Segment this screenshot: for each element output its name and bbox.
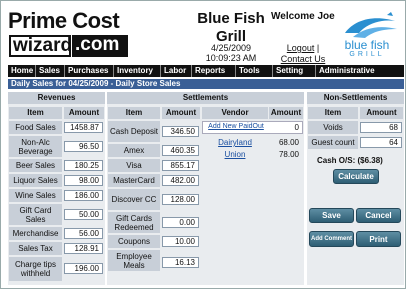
settlement-label-cash: Cash Deposit — [108, 121, 160, 142]
revenue-label-merchandise: Merchandise — [9, 227, 62, 240]
nav-inventory[interactable]: Inventory — [114, 65, 161, 77]
settlement-input-discover[interactable]: 128.00 — [162, 194, 199, 205]
settlements-title: Settlements — [107, 92, 304, 104]
settlement-input-coupons[interactable]: 10.00 — [162, 236, 199, 247]
logo-wizard-text: wizard — [9, 35, 72, 57]
settlement-label-giftcards: Gift Cards Redeemed — [108, 212, 160, 233]
main-nav: Home Sales Purchases Inventory Labor Rep… — [8, 65, 404, 77]
nonsettlements-item-header: Item — [308, 107, 358, 119]
settlements-amount-header: Amount — [162, 107, 200, 119]
nav-reports[interactable]: Reports — [192, 65, 236, 77]
settlement-input-employeemeals[interactable]: 16.13 — [162, 257, 199, 268]
nav-administrative[interactable]: Administrative — [316, 65, 404, 77]
store-name: Blue Fish Grill — [197, 10, 265, 45]
link-separator: | — [316, 43, 320, 53]
page-subtitle: Daily Sales for 04/25/2009 - Daily Store… — [8, 79, 404, 89]
revenue-input-giftcard[interactable]: 50.00 — [64, 209, 103, 220]
cash-over-short: Cash O/S: ($6.38) — [317, 156, 383, 165]
nav-labor[interactable]: Labor — [161, 65, 192, 77]
vendor-amount-union: 78.00 — [278, 150, 299, 159]
nav-purchases[interactable]: Purchases — [65, 65, 114, 77]
settlement-label-amex: Amex — [108, 144, 160, 157]
current-time: 10:09:23 AM — [205, 53, 257, 63]
revenue-label-giftcard: Gift Card Sales — [9, 204, 62, 225]
revenue-label-wine: Wine Sales — [9, 189, 62, 202]
vendor-link-dairyland[interactable]: Dairyland — [202, 138, 268, 147]
settlements-item-header: Item — [108, 107, 160, 119]
add-comment-button[interactable]: Add Comment — [309, 231, 354, 247]
logo-primecost-text: Prime Cost — [8, 8, 120, 33]
revenue-input-chargetips[interactable]: 196.00 — [64, 263, 103, 274]
current-date: 4/25/2009 — [210, 43, 252, 53]
revenues-amount-header: Amount — [64, 107, 104, 119]
revenue-input-liquor[interactable]: 98.00 — [64, 175, 103, 186]
nonsettlements-title: Non-Settlements — [307, 92, 404, 104]
app-window: Prime Cost wizard .com Blue Fish Grill 4… — [0, 0, 406, 289]
settlement-input-mastercard[interactable]: 482.00 — [162, 175, 199, 186]
settlement-label-coupons: Coupons — [108, 235, 160, 248]
settlement-label-employeemeals: Employee Meals — [108, 250, 160, 271]
fish-wave-icon — [345, 12, 397, 38]
revenues-title: Revenues — [8, 92, 105, 104]
revenue-input-beer[interactable]: 180.25 — [64, 160, 103, 171]
nonsettlement-label-voids: Voids — [308, 121, 358, 134]
cancel-button[interactable]: Cancel — [356, 208, 401, 223]
header-links: Logout | Contact Us — [277, 43, 329, 65]
settlement-label-discover: Discover CC — [108, 189, 160, 210]
settlement-input-giftcards[interactable]: 0.00 — [162, 217, 199, 228]
revenue-label-food: Food Sales — [9, 121, 62, 134]
print-button[interactable]: Print — [356, 231, 401, 247]
revenue-input-wine[interactable]: 186.00 — [64, 190, 103, 201]
settlement-input-visa[interactable]: 855.17 — [162, 160, 199, 171]
revenue-input-nonalc[interactable]: 96.50 — [64, 141, 103, 152]
contact-us-link[interactable]: Contact Us — [281, 54, 326, 64]
bluefish-logo-text: blue fish — [344, 38, 390, 52]
settlement-label-visa: Visa — [108, 159, 160, 172]
calculate-button[interactable]: Calculate — [333, 169, 379, 184]
add-paidout-amount: 0 — [294, 123, 299, 132]
vendor-amount-dairyland: 68.00 — [278, 138, 299, 147]
revenue-label-nonalc: Non-Alc Beverage — [9, 136, 62, 157]
vendor-header: Vendor — [202, 107, 268, 119]
revenue-label-chargetips: Charge tips withheld — [9, 257, 62, 281]
nonsettlement-input-voids[interactable]: 68 — [360, 122, 402, 133]
revenue-label-beer: Beer Sales — [9, 159, 62, 172]
nonsettlements-amount-header: Amount — [360, 107, 403, 119]
nonsettlement-input-guestcount[interactable]: 64 — [360, 137, 402, 148]
logout-link[interactable]: Logout — [287, 43, 315, 53]
date-time: 4/25/2009 10:09:23 AM — [181, 43, 281, 63]
revenue-input-salestax[interactable]: 128.91 — [64, 243, 103, 254]
nav-sales[interactable]: Sales — [36, 65, 65, 77]
revenues-item-header: Item — [9, 107, 62, 119]
revenue-input-merchandise[interactable]: 56.00 — [64, 228, 103, 239]
revenue-label-salestax: Sales Tax — [9, 242, 62, 255]
bluefish-logo-subtext: GRILL — [349, 51, 385, 58]
nav-tools[interactable]: Tools — [236, 65, 273, 77]
revenue-input-food[interactable]: 1458.87 — [64, 122, 103, 133]
primecost-logo: Prime Cost wizard .com — [8, 8, 128, 62]
nav-setting[interactable]: Setting — [273, 65, 316, 77]
logo-com-text: .com — [72, 35, 128, 57]
bluefish-logo: blue fish GRILL — [331, 11, 403, 61]
welcome-text: Welcome Joe — [271, 11, 335, 22]
vendor-amount-header: Amount — [269, 107, 303, 119]
nonsettlement-label-guestcount: Guest count — [308, 136, 358, 149]
settlement-input-amex[interactable]: 460.35 — [162, 145, 199, 156]
settlement-label-mastercard: MasterCard — [108, 174, 160, 187]
save-button[interactable]: Save — [309, 208, 354, 223]
add-paidout-link[interactable]: Add New PaidOut — [203, 123, 269, 130]
revenue-label-liquor: Liquor Sales — [9, 174, 62, 187]
vendor-link-union[interactable]: Union — [202, 150, 268, 159]
settlement-input-cash[interactable]: 346.50 — [162, 126, 199, 137]
nav-home[interactable]: Home — [8, 65, 36, 77]
